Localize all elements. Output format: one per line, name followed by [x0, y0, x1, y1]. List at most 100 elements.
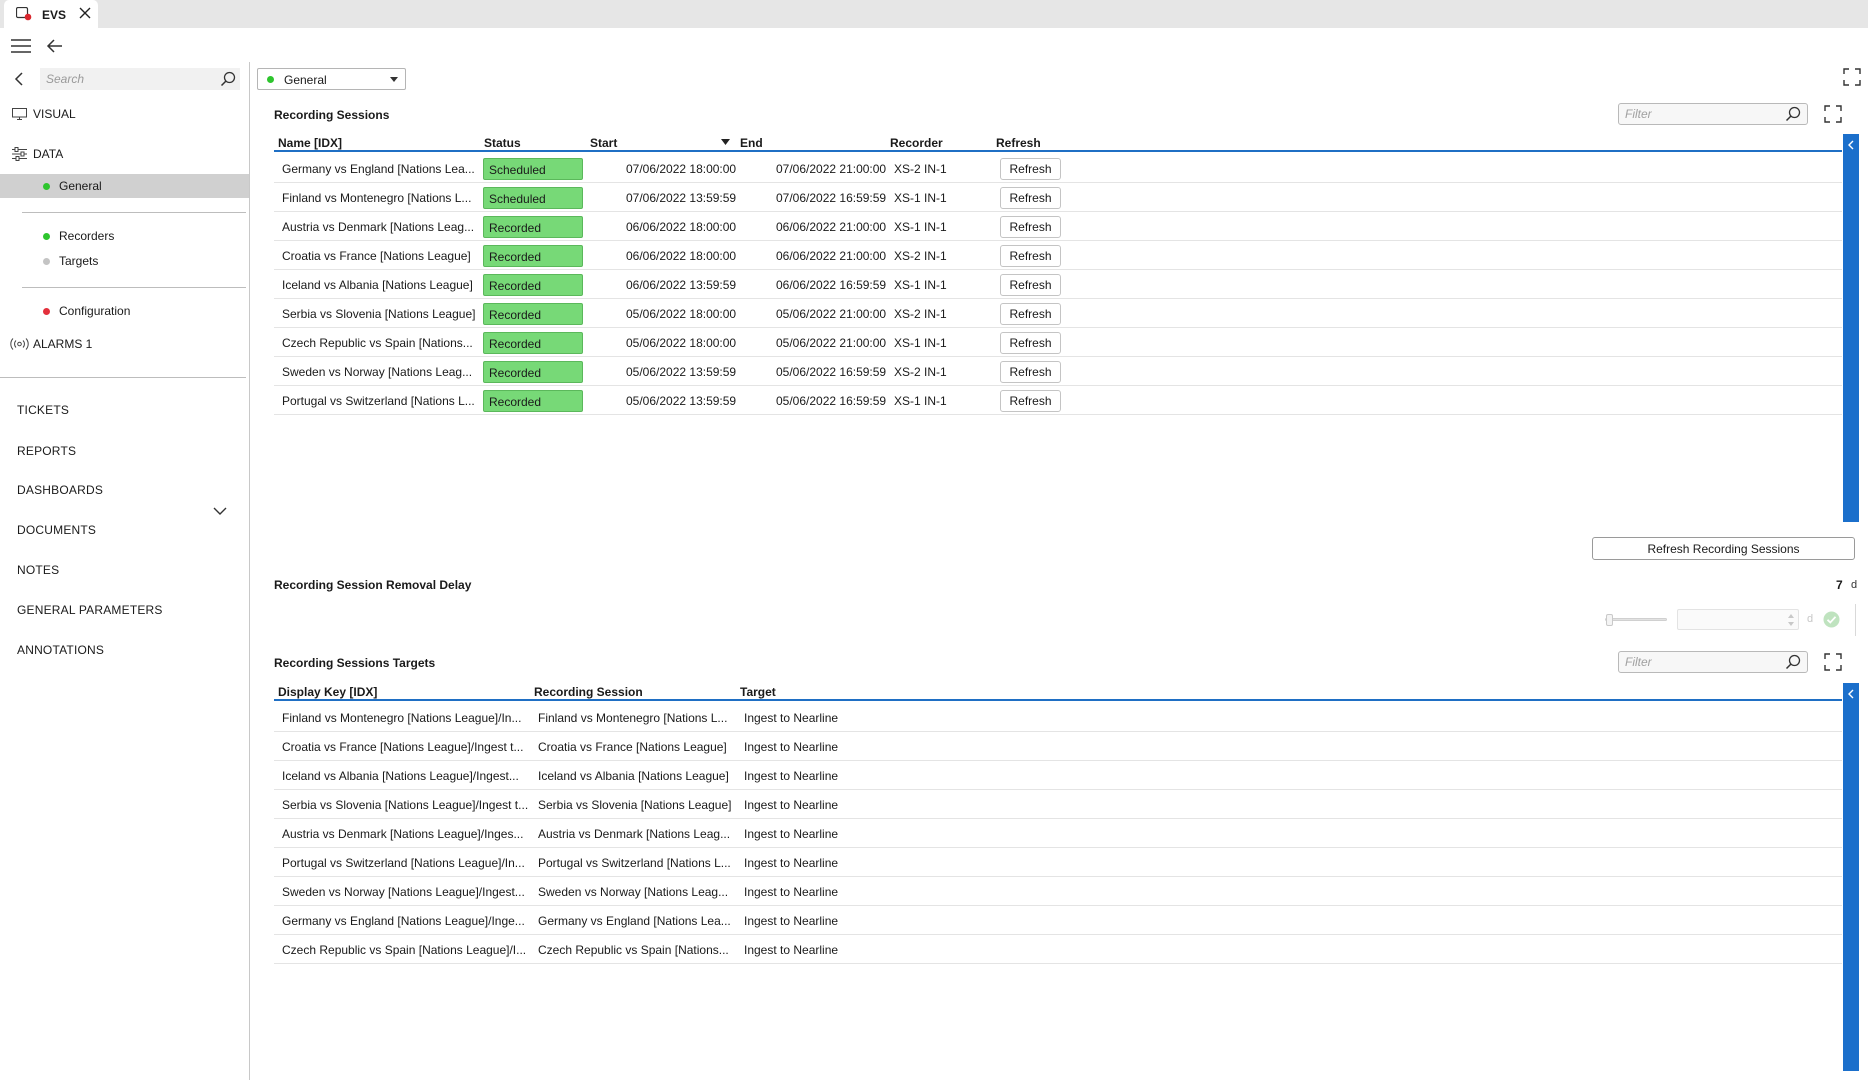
refresh-button[interactable]: Refresh: [1000, 332, 1061, 354]
table-row[interactable]: Portugal vs Switzerland [Nations League]…: [274, 848, 1842, 877]
session-name: Czech Republic vs Spain [Nations...: [282, 336, 473, 350]
fullscreen-icon[interactable]: [1824, 653, 1842, 671]
sidebar-item-targets[interactable]: Targets: [0, 249, 249, 273]
column-header-recorder[interactable]: Recorder: [890, 136, 943, 150]
session-name: Portugal vs Switzerland [Nations L...: [282, 394, 475, 408]
status-text: Recorded: [489, 337, 542, 351]
search-input[interactable]: [40, 68, 210, 90]
target: Ingest to Nearline: [744, 943, 839, 957]
column-header-start[interactable]: Start: [590, 136, 617, 150]
column-header-refresh[interactable]: Refresh: [996, 136, 1041, 150]
filter-input[interactable]: [1619, 104, 1779, 124]
side-panel-toggle[interactable]: [1843, 683, 1859, 1071]
sidebar-item-notes[interactable]: NOTES: [17, 563, 59, 577]
sliders-icon: [12, 147, 27, 161]
display-key: Portugal vs Switzerland [Nations League]…: [282, 856, 525, 870]
table-row[interactable]: Portugal vs Switzerland [Nations L... Rec…: [274, 386, 1842, 415]
table-row[interactable]: Iceland vs Albania [Nations League]/Inge…: [274, 761, 1842, 790]
refresh-button[interactable]: Refresh: [1000, 187, 1061, 209]
column-header-name[interactable]: Name [IDX]: [278, 136, 342, 150]
removal-delay-unit: d: [1851, 579, 1858, 591]
column-header-end[interactable]: End: [740, 136, 763, 150]
table-row[interactable]: Serbia vs Slovenia [Nations League]/Inge…: [274, 790, 1842, 819]
section-title-removal-delay: Recording Session Removal Delay: [274, 578, 472, 592]
refresh-button[interactable]: Refresh: [1000, 274, 1061, 296]
removal-delay-stepper[interactable]: [1677, 609, 1799, 630]
sidebar-item-visual[interactable]: VISUAL: [0, 102, 249, 126]
table-row[interactable]: Germany vs England [Nations Lea... Schedu…: [274, 154, 1842, 183]
sidebar-item-dashboards[interactable]: DASHBOARDS: [17, 483, 103, 497]
column-header-target[interactable]: Target: [740, 685, 776, 699]
table-row[interactable]: Croatia vs France [Nations League]/Inges…: [274, 732, 1842, 761]
session-name: Iceland vs Albania [Nations League]: [282, 278, 473, 292]
hamburger-menu-icon[interactable]: [10, 38, 32, 54]
search-icon[interactable]: [1785, 106, 1801, 122]
sidebar-item-general[interactable]: General: [0, 174, 249, 198]
sort-descending-icon[interactable]: [721, 139, 730, 145]
table-row[interactable]: Finland vs Montenegro [Nations L... Sched…: [274, 183, 1842, 212]
chevron-down-icon[interactable]: [213, 507, 227, 516]
general-select[interactable]: General: [257, 68, 406, 90]
sidebar-item-general-parameters[interactable]: GENERAL PARAMETERS: [17, 603, 163, 617]
column-header-status[interactable]: Status: [484, 136, 521, 150]
column-header-display-key[interactable]: Display Key [IDX]: [278, 685, 377, 699]
sidebar-item-configuration[interactable]: Configuration: [0, 299, 249, 323]
browser-tab[interactable]: EVS: [4, 0, 98, 28]
target: Ingest to Nearline: [744, 769, 839, 783]
refresh-button[interactable]: Refresh: [1000, 158, 1061, 180]
table-row[interactable]: Austria vs Denmark [Nations League]/Inge…: [274, 819, 1842, 848]
table-header: Display Key [IDX] Recording Session Targ…: [274, 683, 1842, 701]
sidebar-item-recorders[interactable]: Recorders: [0, 224, 249, 248]
sessions-filter: [1618, 103, 1808, 125]
sidebar-item-tickets[interactable]: TICKETS: [17, 403, 69, 417]
chevron-left-icon[interactable]: [12, 71, 26, 87]
session-name: Finland vs Montenegro [Nations L...: [282, 191, 472, 205]
table-row[interactable]: Finland vs Montenegro [Nations League]/I…: [274, 703, 1842, 732]
table-row[interactable]: Czech Republic vs Spain [Nations League]…: [274, 935, 1842, 964]
refresh-button[interactable]: Refresh: [1000, 303, 1061, 325]
sidebar-item-alarms[interactable]: ALARMS 1: [0, 332, 249, 356]
side-panel-toggle[interactable]: [1843, 134, 1859, 522]
check-circle-icon[interactable]: [1823, 611, 1840, 628]
recording-session: Germany vs England [Nations Lea...: [538, 914, 731, 928]
search-icon[interactable]: [220, 71, 236, 87]
stepper-up-icon[interactable]: [1788, 614, 1794, 618]
session-name: Germany vs England [Nations Lea...: [282, 162, 475, 176]
table-row[interactable]: Germany vs England [Nations League]/Inge…: [274, 906, 1842, 935]
status-badge: Recorded: [483, 361, 583, 383]
refresh-button[interactable]: Refresh: [1000, 390, 1061, 412]
status-inactive-icon: [43, 258, 50, 265]
column-header-recording-session[interactable]: Recording Session: [534, 685, 643, 699]
status-text: Recorded: [489, 250, 542, 264]
close-icon[interactable]: [78, 6, 92, 20]
sidebar-item-label: Configuration: [59, 304, 131, 318]
sidebar-search: [40, 68, 240, 90]
sidebar-item-documents[interactable]: DOCUMENTS: [17, 523, 96, 537]
stepper-unit: d: [1807, 613, 1814, 625]
refresh-button[interactable]: Refresh: [1000, 216, 1061, 238]
stepper-down-icon[interactable]: [1788, 622, 1794, 626]
table-row[interactable]: Czech Republic vs Spain [Nations... Recor…: [274, 328, 1842, 357]
refresh-button[interactable]: Refresh: [1000, 361, 1061, 383]
sidebar-item-reports[interactable]: REPORTS: [17, 444, 76, 458]
removal-delay-slider[interactable]: [1605, 614, 1667, 626]
table-row[interactable]: Croatia vs France [Nations League] Record…: [274, 241, 1842, 270]
sidebar-item-annotations[interactable]: ANNOTATIONS: [17, 643, 104, 657]
table-row[interactable]: Austria vs Denmark [Nations Leag... Recor…: [274, 212, 1842, 241]
fullscreen-icon[interactable]: [1843, 68, 1861, 86]
status-badge: Recorded: [483, 274, 583, 296]
search-icon[interactable]: [1785, 654, 1801, 670]
table-row[interactable]: Sweden vs Norway [Nations Leag... Recorde…: [274, 357, 1842, 386]
slider-thumb[interactable]: [1606, 614, 1613, 626]
table-row[interactable]: Sweden vs Norway [Nations League]/Ingest…: [274, 877, 1842, 906]
table-row[interactable]: Iceland vs Albania [Nations League] Recor…: [274, 270, 1842, 299]
filter-input[interactable]: [1619, 652, 1779, 672]
sidebar-item-data[interactable]: DATA: [0, 142, 249, 166]
status-text: Recorded: [489, 279, 542, 293]
status-text: Recorded: [489, 221, 542, 235]
refresh-recording-sessions-button[interactable]: Refresh Recording Sessions: [1592, 537, 1855, 560]
fullscreen-icon[interactable]: [1824, 105, 1842, 123]
back-arrow-icon[interactable]: [46, 37, 64, 55]
refresh-button[interactable]: Refresh: [1000, 245, 1061, 267]
table-row[interactable]: Serbia vs Slovenia [Nations League] Recor…: [274, 299, 1842, 328]
